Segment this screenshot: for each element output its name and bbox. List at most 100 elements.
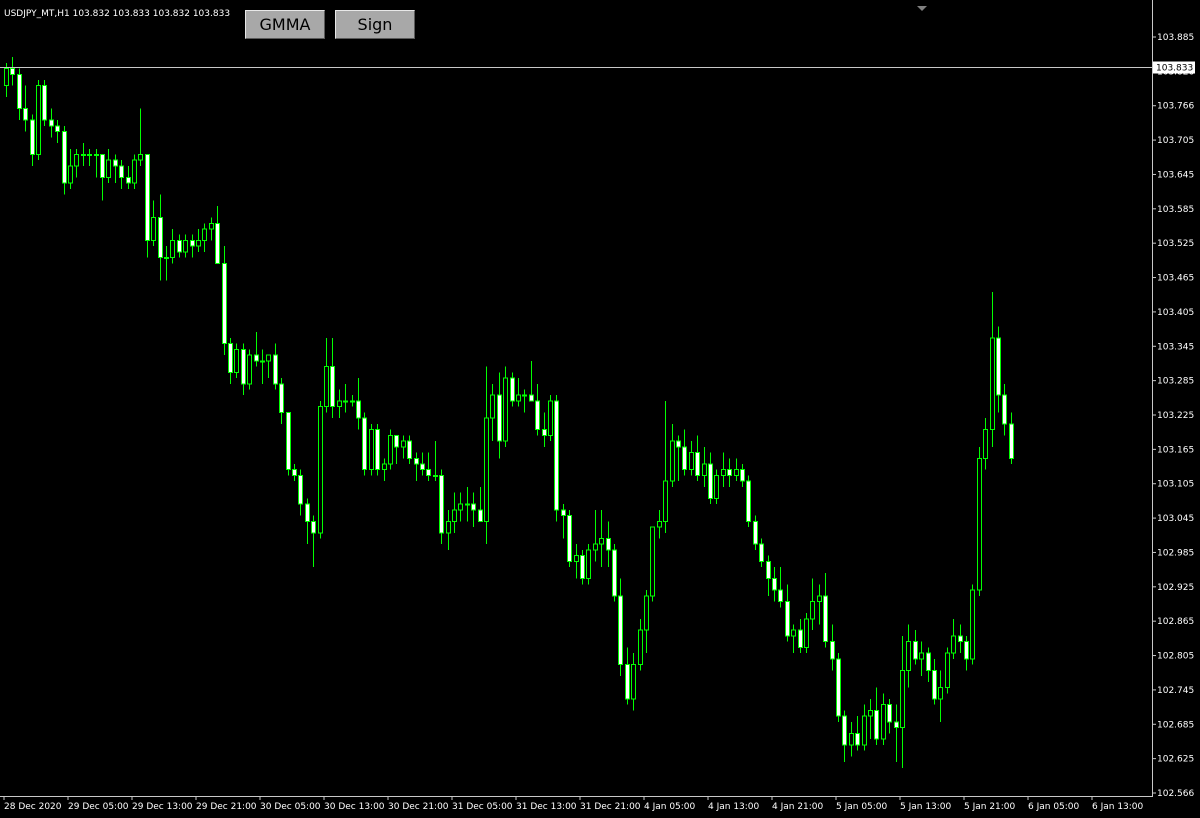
candle (446, 509, 451, 550)
candle (318, 400, 323, 539)
candle (337, 389, 342, 419)
candle (714, 469, 719, 505)
candle (567, 509, 572, 568)
candle-body (894, 721, 899, 729)
candle-body (324, 366, 329, 408)
candle (1009, 412, 1014, 465)
candle-body (913, 641, 918, 660)
y-tick-label: 103.885 (1157, 33, 1194, 43)
x-tick-label: 29 Dec 05:00 (68, 802, 129, 812)
candle (330, 337, 335, 419)
candle (471, 492, 476, 528)
candle (663, 400, 668, 533)
candle-body (791, 629, 796, 637)
x-tick-label: 28 Dec 2020 (4, 802, 62, 812)
candle (657, 509, 662, 539)
candle (388, 429, 393, 470)
candle-body (420, 463, 425, 471)
candle-body (401, 440, 406, 448)
candle-body (234, 348, 239, 373)
candle-body (951, 635, 956, 654)
candle-body (362, 417, 367, 471)
y-tick-label: 103.345 (1157, 342, 1194, 352)
candle-body (273, 354, 278, 385)
candle (593, 509, 598, 562)
candle-body (215, 222, 220, 264)
candle-body (970, 589, 975, 660)
candle-body (23, 108, 28, 121)
candle-body (439, 474, 444, 534)
candle-body (375, 429, 380, 471)
x-tick-label: 30 Dec 21:00 (388, 802, 449, 812)
candle (887, 699, 892, 734)
candle-body (906, 641, 911, 671)
candle-body (388, 434, 393, 465)
candle (260, 349, 265, 384)
chart-shift-marker-icon[interactable] (917, 6, 927, 11)
candle (10, 57, 15, 86)
x-tick-label: 4 Jan 21:00 (772, 802, 824, 812)
candle (465, 486, 470, 522)
candle-body (689, 452, 694, 471)
candle-body (657, 520, 662, 528)
candle-body (983, 429, 988, 459)
candle (945, 647, 950, 694)
gmma-button[interactable]: GMMA (245, 10, 325, 39)
candles-layer (4, 57, 1014, 768)
candle-body (94, 153, 99, 156)
candle (190, 234, 195, 258)
candle-body (183, 239, 188, 253)
candle (382, 458, 387, 482)
candle (958, 624, 963, 654)
candle-body (567, 515, 572, 562)
candle-body (932, 669, 937, 700)
candle (529, 360, 534, 402)
y-tick-label: 102.745 (1157, 686, 1194, 696)
candle (439, 469, 444, 545)
candle (618, 578, 623, 677)
candle (682, 429, 687, 476)
candle-body (10, 68, 15, 75)
candle-body (81, 153, 86, 156)
candle-body (663, 480, 668, 522)
candle (394, 434, 399, 465)
candle (170, 229, 175, 264)
candle (778, 567, 783, 608)
candle (228, 337, 233, 384)
candle-body (55, 125, 60, 133)
candle (542, 412, 547, 447)
candle-body (676, 440, 681, 448)
candle-body (855, 732, 860, 746)
candle (36, 79, 41, 161)
candle (676, 435, 681, 482)
candle-body (919, 652, 924, 660)
candle (30, 114, 35, 166)
candle (183, 234, 188, 258)
candle-body (606, 538, 611, 551)
candle-body (209, 222, 214, 230)
candle (894, 704, 899, 763)
candle (740, 464, 745, 487)
y-tick-label: 102.805 (1157, 652, 1194, 662)
candle (42, 79, 47, 126)
candle-body (286, 411, 291, 471)
candle (964, 635, 969, 671)
sign-button[interactable]: Sign (335, 10, 415, 39)
candle (727, 458, 732, 487)
candle-body (926, 652, 931, 671)
candle-body (30, 119, 35, 155)
y-tick-label: 103.165 (1157, 445, 1194, 455)
candle-body (874, 709, 879, 740)
candle (996, 326, 1001, 413)
candle-body (1002, 394, 1007, 425)
candle (81, 143, 86, 166)
candle (785, 584, 790, 642)
candle (554, 395, 559, 522)
candle (196, 229, 201, 252)
candle (510, 372, 515, 407)
x-tick-label: 6 Jan 05:00 (1028, 802, 1080, 812)
candle-body (682, 446, 687, 471)
y-tick-label: 103.285 (1157, 377, 1194, 387)
candle (458, 492, 463, 522)
candle-body (228, 343, 233, 373)
